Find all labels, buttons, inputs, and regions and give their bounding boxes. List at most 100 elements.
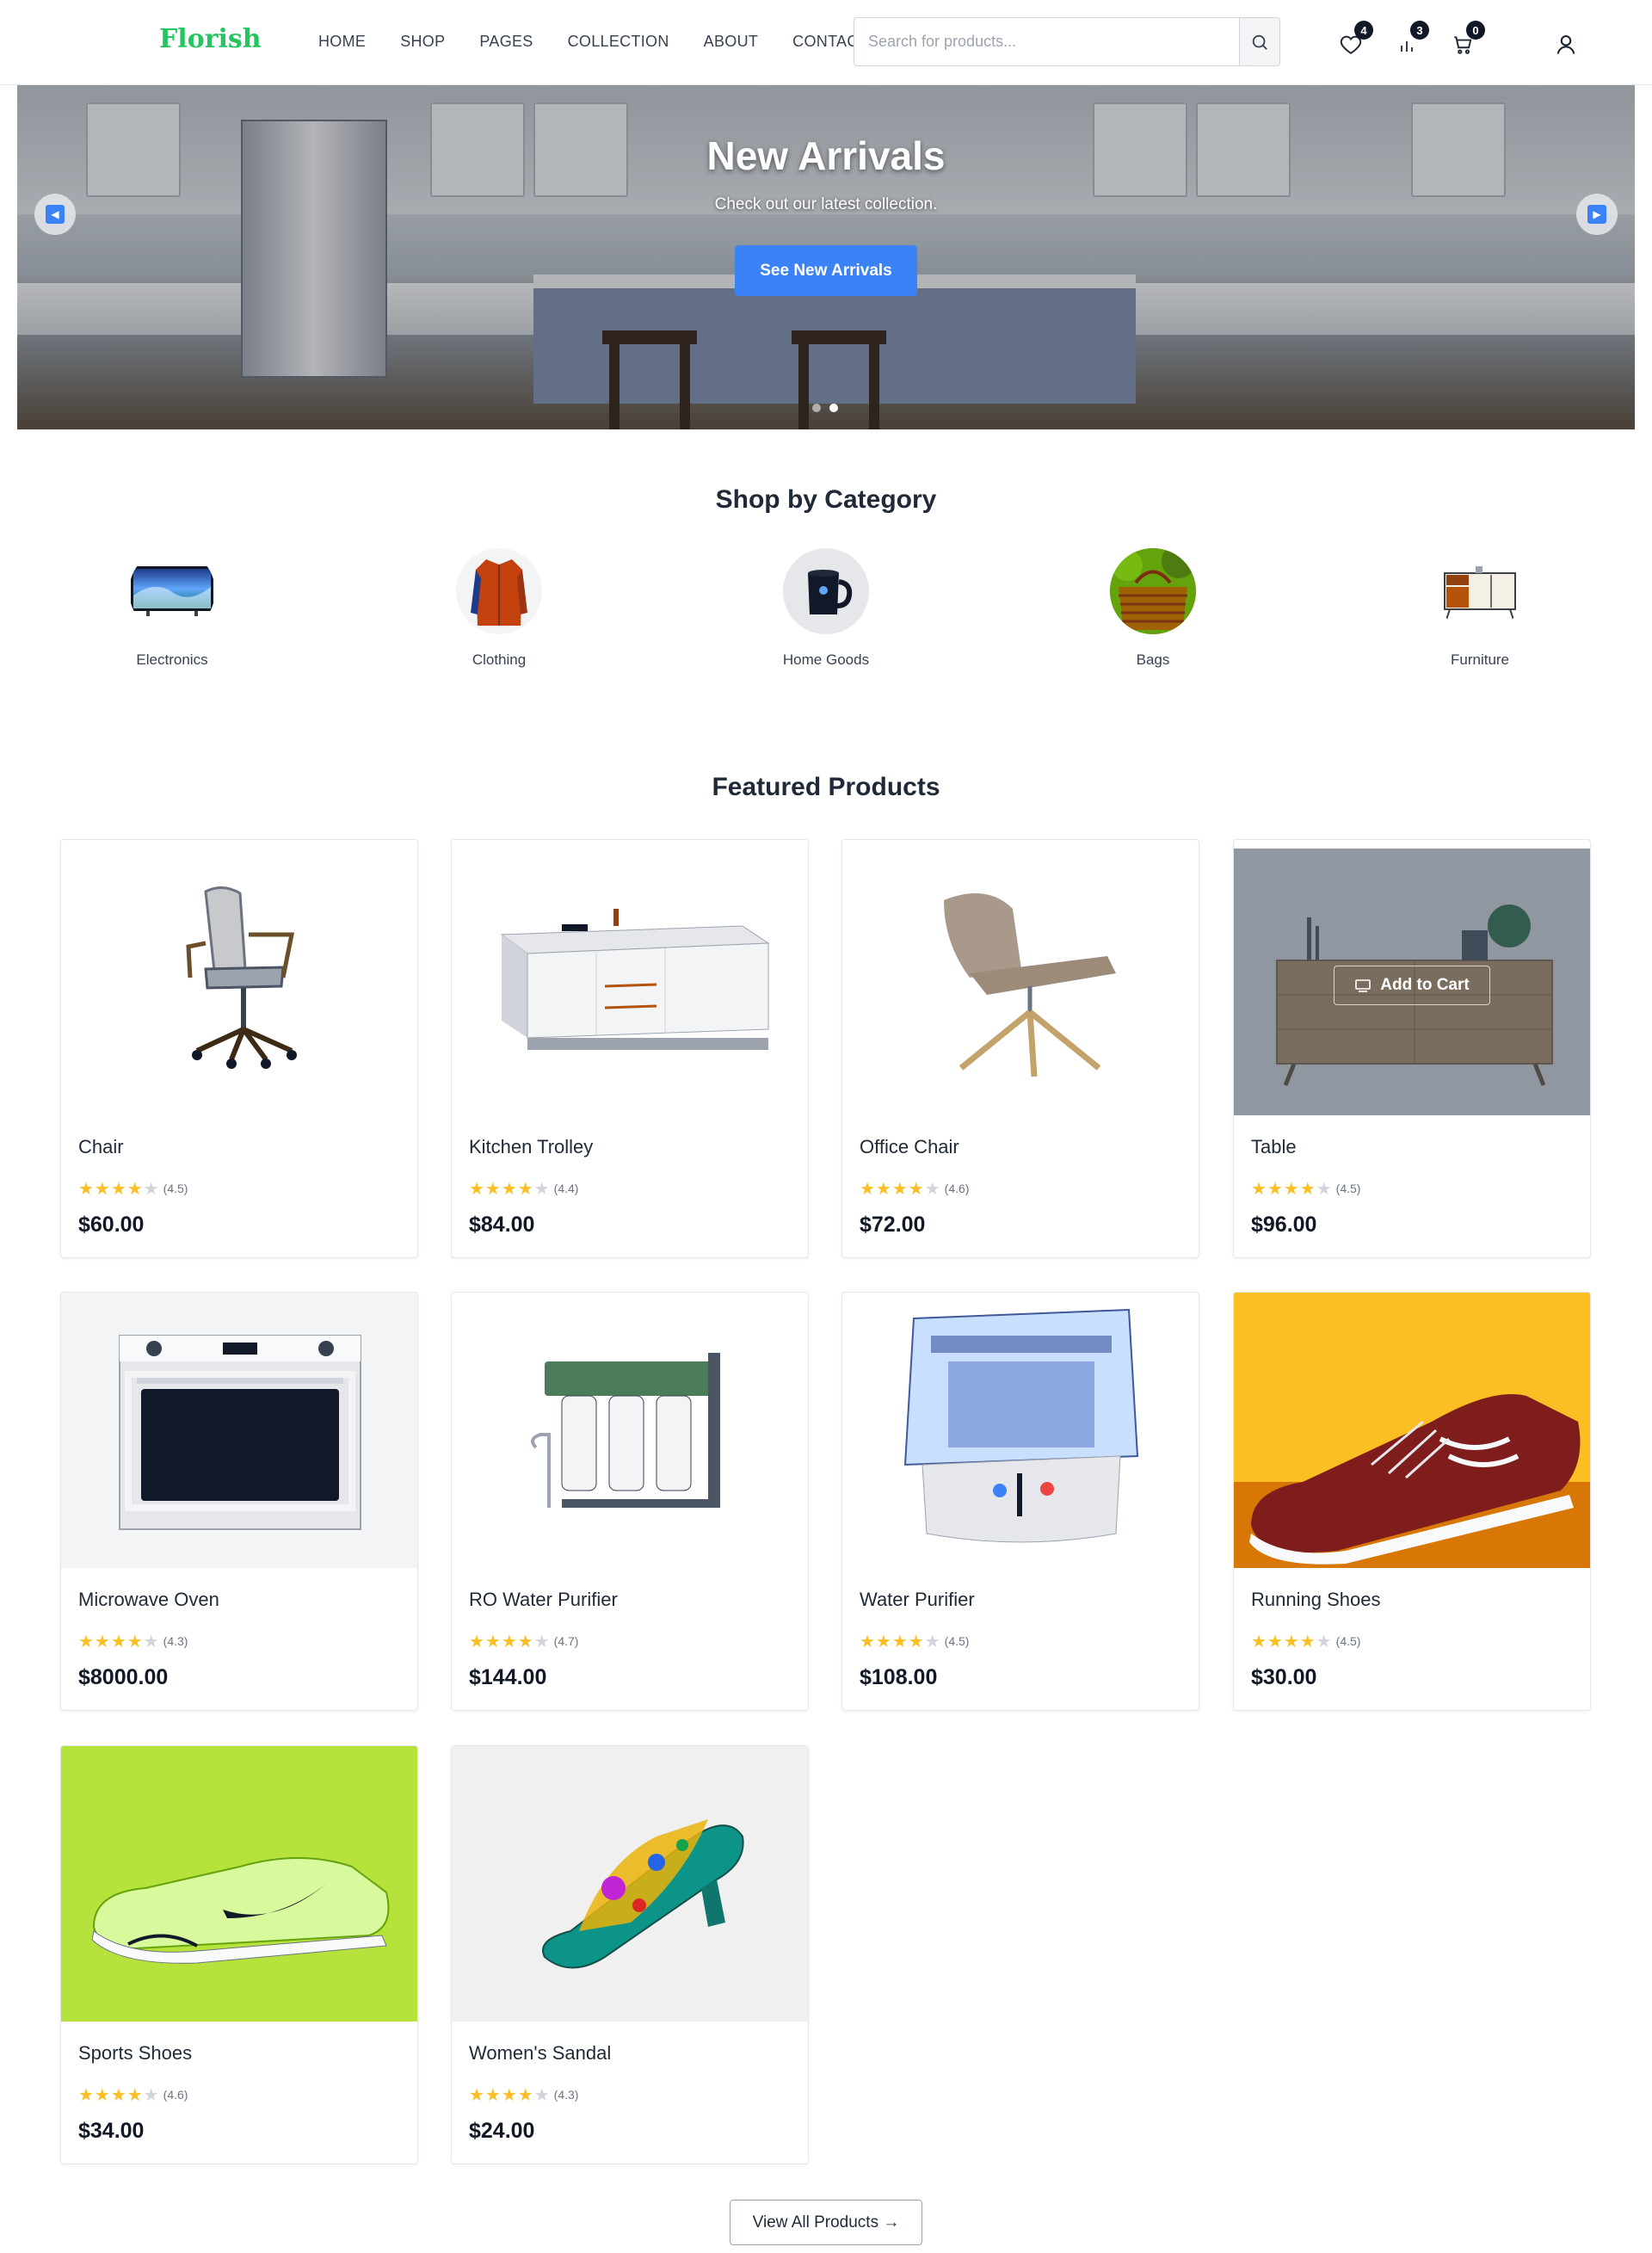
prev-slide-button[interactable]: ◀: [34, 194, 76, 235]
product-name[interactable]: Running Shoes: [1251, 1589, 1380, 1611]
product-image: [61, 1293, 417, 1568]
category-furniture[interactable]: Furniture: [1394, 548, 1566, 669]
search-button[interactable]: [1239, 18, 1279, 65]
rating-stars: ★★★★★ (4.5): [860, 1633, 970, 1651]
category-label: Furniture: [1450, 651, 1510, 668]
product-card[interactable]: Office Chair ★★★★★ (4.6) $72.00: [841, 839, 1199, 1258]
rating-value: (4.7): [553, 1634, 579, 1648]
nav-collection[interactable]: COLLECTION: [568, 33, 669, 51]
product-card[interactable]: RO Water Purifier ★★★★★ (4.7) $144.00: [451, 1292, 809, 1711]
category-home-goods[interactable]: Home Goods: [740, 548, 912, 669]
hero-title: New Arrivals: [706, 133, 946, 178]
product-price: $60.00: [78, 1213, 145, 1237]
product-image: [452, 1293, 808, 1568]
product-name[interactable]: Water Purifier: [860, 1589, 975, 1611]
lounge-chair-image: [944, 893, 1116, 1077]
product-name[interactable]: Kitchen Trolley: [469, 1136, 593, 1158]
rating-value: (4.6): [944, 1182, 970, 1195]
tv-icon: [129, 548, 215, 634]
category-label: Home Goods: [782, 651, 870, 668]
product-image: [1234, 1293, 1590, 1568]
compare-count-badge: 3: [1410, 21, 1429, 40]
product-card[interactable]: Water Purifier ★★★★★ (4.5) $108.00: [841, 1292, 1199, 1711]
view-all-products-button[interactable]: View All Products →: [730, 2200, 922, 2245]
rating-stars: ★★★★★ (4.7): [469, 1633, 579, 1651]
rating-stars: ★★★★★ (4.3): [78, 1633, 188, 1651]
add-to-cart-button[interactable]: Add to Cart: [1334, 966, 1490, 1005]
product-card[interactable]: Running Shoes ★★★★★ (4.5) $30.00: [1233, 1292, 1591, 1711]
category-electronics[interactable]: Electronics: [86, 548, 258, 669]
hero-slider: New Arrivals Check out our latest collec…: [17, 85, 1635, 429]
running-shoe-image: [1234, 1293, 1590, 1568]
product-name[interactable]: Microwave Oven: [78, 1589, 219, 1611]
kitchen-island-image: [500, 909, 770, 1050]
product-image: [61, 1746, 417, 2022]
jacket-icon: [456, 548, 542, 634]
next-slide-button[interactable]: ▶: [1576, 194, 1618, 235]
sandal-image: [542, 1819, 744, 1969]
product-card[interactable]: Add to Cart Table ★★★★★ (4.5) $96.00: [1233, 839, 1591, 1258]
rating-stars: ★★★★★ (4.6): [860, 1180, 970, 1199]
product-price: $144.00: [469, 1665, 547, 1689]
product-image: [61, 840, 417, 1115]
nav-shop[interactable]: SHOP: [400, 33, 445, 51]
product-card[interactable]: Women's Sandal ★★★★★ (4.3) $24.00: [451, 1745, 809, 2164]
product-name[interactable]: Office Chair: [860, 1136, 959, 1158]
add-to-cart-label: Add to Cart: [1380, 976, 1470, 994]
category-clothing[interactable]: Clothing: [413, 548, 585, 669]
rating-value: (4.3): [553, 2088, 579, 2102]
mug-icon: [783, 548, 869, 634]
search-icon: [1252, 34, 1267, 50]
slider-dot-active[interactable]: [829, 404, 838, 412]
product-price: $72.00: [860, 1213, 926, 1237]
categories-title: Shop by Category: [715, 485, 937, 514]
oven-image: [119, 1335, 361, 1530]
cart-button[interactable]: 0: [1449, 21, 1485, 59]
nav-about[interactable]: ABOUT: [704, 33, 759, 51]
product-card[interactable]: Microwave Oven ★★★★★ (4.3) $8000.00: [60, 1292, 418, 1711]
wishlist-button[interactable]: 4: [1337, 21, 1373, 59]
product-name[interactable]: Chair: [78, 1136, 124, 1158]
hero-subtitle: Check out our latest collection.: [714, 195, 938, 213]
rating-stars: ★★★★★ (4.5): [78, 1180, 188, 1199]
category-label: Bags: [1136, 651, 1170, 668]
see-new-arrivals-button[interactable]: See New Arrivals: [735, 245, 917, 296]
arrow-right-icon: ▶: [1587, 205, 1606, 224]
nav-pages[interactable]: PAGES: [479, 33, 533, 51]
slider-dots: [812, 404, 838, 412]
product-card[interactable]: Kitchen Trolley ★★★★★ (4.4) $84.00: [451, 839, 809, 1258]
rating-value: (4.5): [163, 1182, 188, 1195]
compare-button[interactable]: 3: [1393, 21, 1429, 59]
arrow-left-icon: ◀: [46, 205, 65, 224]
product-name[interactable]: Sports Shoes: [78, 2042, 192, 2065]
product-name[interactable]: RO Water Purifier: [469, 1589, 618, 1611]
slider-dot[interactable]: [812, 404, 821, 412]
product-price: $34.00: [78, 2119, 145, 2143]
office-chair-image: [186, 886, 297, 1069]
basket-icon: [1110, 548, 1196, 634]
product-price: $8000.00: [78, 1665, 169, 1689]
product-name[interactable]: Table: [1251, 1136, 1297, 1158]
search-input[interactable]: [854, 18, 1239, 65]
rating-value: (4.4): [553, 1182, 579, 1195]
product-card[interactable]: Sports Shoes ★★★★★ (4.6) $34.00: [60, 1745, 418, 2164]
product-image: [842, 1293, 1199, 1568]
product-image: [842, 840, 1199, 1115]
product-hover-overlay: Add to Cart: [1234, 849, 1590, 1115]
category-label: Clothing: [472, 651, 527, 668]
product-card[interactable]: Chair ★★★★★ (4.5) $60.00: [60, 839, 418, 1258]
wishlist-count-badge: 4: [1354, 21, 1373, 40]
user-icon: [1556, 35, 1575, 54]
product-name[interactable]: Women's Sandal: [469, 2042, 611, 2065]
account-button[interactable]: [1552, 31, 1580, 59]
rating-value: (4.5): [944, 1634, 970, 1648]
featured-products-title: Featured Products: [712, 773, 940, 801]
rating-stars: ★★★★★ (4.5): [1251, 1633, 1361, 1651]
product-image: [452, 840, 808, 1115]
category-bags[interactable]: Bags: [1067, 548, 1239, 669]
rating-value: (4.3): [163, 1634, 188, 1648]
nav-home[interactable]: HOME: [318, 33, 366, 51]
rating-stars: ★★★★★ (4.6): [78, 2086, 188, 2105]
logo[interactable]: Florish: [159, 24, 262, 54]
category-label: Electronics: [136, 651, 208, 668]
